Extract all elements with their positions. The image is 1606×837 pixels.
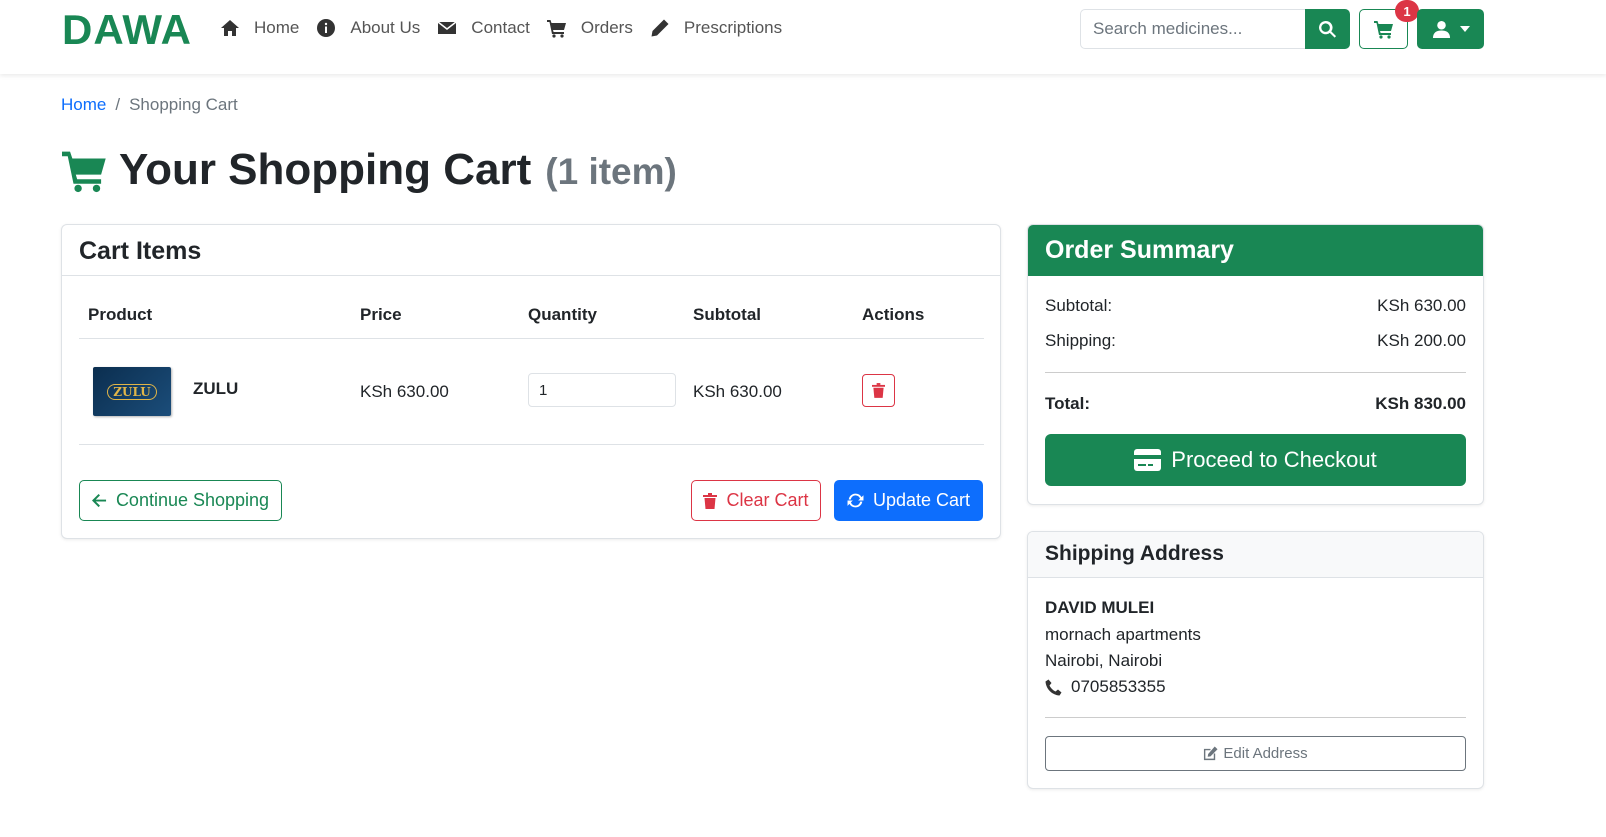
summary-total-label: Total: [1045,394,1091,413]
product-price: KSh 630.00 [360,382,449,401]
order-summary-header: Order Summary [1028,225,1483,276]
product-subtotal: KSh 630.00 [693,382,782,401]
summary-subtotal-value: KSh 630.00 [1377,296,1466,315]
edit-icon [1204,746,1218,761]
cart-items-card: Cart Items Product Price Quantity Subtot… [61,224,1001,539]
user-icon [1432,20,1450,38]
nav-orders[interactable]: Orders [546,18,633,38]
cart-icon [62,151,106,193]
shipping-phone: 0705853355 [1045,677,1166,697]
clear-cart-button[interactable]: Clear Cart [691,480,821,521]
breadcrumb-separator: / [115,95,121,114]
shipping-name: DAVID MULEI [1045,598,1155,617]
summary-shipping-value: KSh 200.00 [1377,331,1466,350]
main-nav: Home About Us Contact Orders Prescriptio… [220,18,799,38]
cart-icon [1373,21,1393,39]
home-icon [221,20,239,36]
search-button[interactable] [1305,9,1350,49]
shipping-address-header: Shipping Address [1028,532,1483,578]
user-menu-button[interactable] [1417,9,1484,49]
brand-logo[interactable]: DAWA [62,6,192,54]
info-icon [317,19,336,37]
caret-down-icon [1459,26,1470,32]
breadcrumb: Home / Shopping Cart [61,95,238,115]
search-form [1080,9,1350,49]
update-cart-button[interactable]: Update Cart [834,480,983,521]
phone-icon [1045,679,1062,695]
edit-address-button[interactable]: Edit Address [1045,736,1466,771]
product-name[interactable]: ZULU [193,379,238,399]
nav-orders-label: Orders [580,18,633,37]
arrow-left-icon [91,493,106,508]
summary-shipping-label: Shipping: [1045,331,1116,350]
nav-home[interactable]: Home [220,18,299,38]
breadcrumb-home-link[interactable]: Home [61,95,106,115]
proceed-to-checkout-button[interactable]: Proceed to Checkout [1045,434,1466,486]
table-row-divider [79,444,984,445]
trash-icon [872,383,885,398]
trash-icon [703,492,718,509]
nav-about[interactable]: About Us [316,18,420,38]
summary-total-row: Total: KSh 830.00 [1045,394,1466,414]
search-icon [1319,20,1337,38]
page-title: Your Shopping Cart (1 item) [60,145,677,195]
column-header-quantity: Quantity [528,305,597,324]
page-title-text: Your Shopping Cart [119,145,532,194]
remove-item-button[interactable] [862,374,895,407]
nav-prescriptions-label: Prescriptions [683,18,783,37]
cart-icon [546,20,566,38]
column-header-product: Product [88,305,153,324]
envelope-icon [437,21,457,34]
shipping-address-line1: mornach apartments [1045,625,1201,644]
proceed-to-checkout-label: Proceed to Checkout [1171,447,1377,472]
refresh-icon [847,493,864,508]
nav-about-label: About Us [350,18,421,37]
shipping-address-card: Shipping Address DAVID MULEI mornach apa… [1027,531,1484,789]
clear-cart-label: Clear Cart [726,490,809,510]
shipping-phone-number: 0705853355 [1071,677,1166,696]
breadcrumb-current: Shopping Cart [129,95,238,114]
product-image[interactable]: ZULU [93,367,171,416]
search-input[interactable] [1080,9,1305,49]
column-header-price: Price [360,305,402,324]
nav-contact-label: Contact [471,18,530,37]
nav-contact[interactable]: Contact [437,18,530,38]
summary-divider [1045,372,1466,373]
summary-shipping-row: Shipping: KSh 200.00 [1045,331,1466,351]
cart-count-badge: 1 [1395,0,1419,22]
summary-subtotal-label: Subtotal: [1045,296,1113,315]
table-header-divider [79,338,984,339]
page-title-count: (1 item) [545,151,677,192]
column-header-actions: Actions [862,305,925,324]
credit-card-icon [1134,449,1162,471]
continue-shopping-label: Continue Shopping [115,490,270,510]
continue-shopping-button[interactable]: Continue Shopping [79,480,282,521]
product-image-label: ZULU [107,383,157,400]
order-summary-card: Order Summary Subtotal: KSh 630.00 Shipp… [1027,224,1484,505]
navbar: DAWA Home About Us Contact Orders Prescr… [0,0,1606,74]
shipping-address-line2: Nairobi, Nairobi [1045,651,1163,670]
update-cart-label: Update Cart [872,490,971,510]
nav-prescriptions[interactable]: Prescriptions [650,18,782,38]
nav-home-label: Home [254,18,300,37]
summary-subtotal-row: Subtotal: KSh 630.00 [1045,296,1466,316]
shipping-divider [1045,717,1466,718]
column-header-subtotal: Subtotal [693,305,761,324]
quantity-input[interactable] [528,373,676,407]
cart-items-header: Cart Items [62,225,1000,276]
summary-total-value: KSh 830.00 [1375,394,1466,413]
pencil-icon [651,19,669,37]
edit-address-label: Edit Address [1223,745,1308,762]
